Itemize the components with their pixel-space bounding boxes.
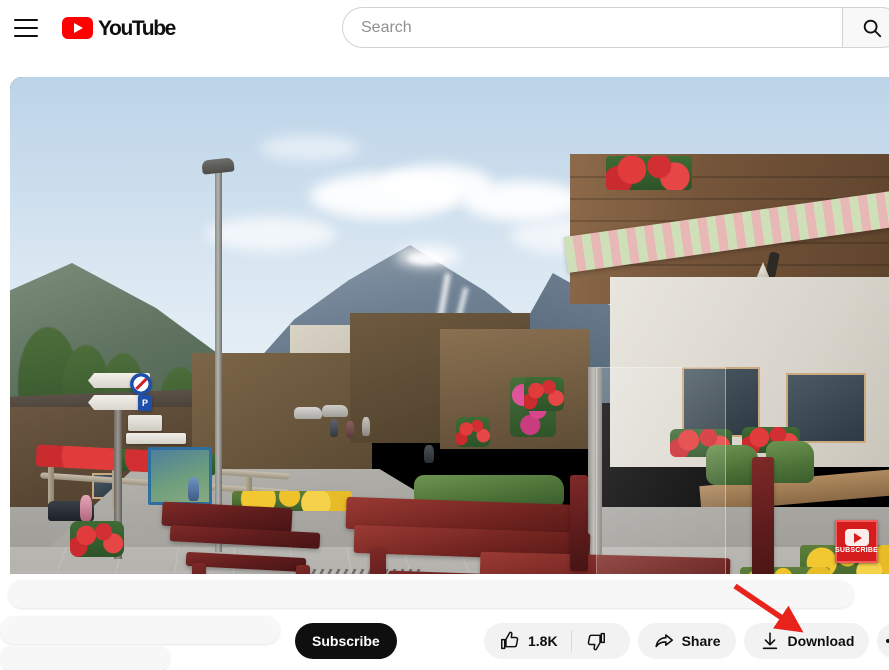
cloud: [260, 135, 360, 161]
pedestrian: [346, 421, 354, 438]
share-arrow-icon: [655, 634, 673, 648]
channel-subtitle-placeholder: [0, 645, 170, 670]
cloud: [206, 217, 336, 251]
more-actions-button[interactable]: [877, 623, 889, 659]
channel-info-placeholder: [0, 616, 280, 644]
download-button[interactable]: Download: [743, 623, 870, 659]
cloud-on-peak: [396, 245, 460, 267]
bench-leg: [370, 547, 386, 574]
thumbs-down-icon: [587, 632, 605, 651]
flower-box-balcony: [606, 156, 692, 190]
youtube-logo[interactable]: YouTube: [62, 16, 176, 40]
flower-box: [456, 417, 490, 447]
no-parking-sign-icon: [130, 373, 152, 395]
youtube-wordmark: YouTube: [98, 16, 176, 40]
youtube-watch-page: YouTube Search P SUBSCRIBE Subscribe 1.8…: [0, 0, 889, 670]
subscribe-watermark[interactable]: SUBSCRIBE: [835, 520, 878, 563]
guide-menu-button[interactable]: [6, 8, 46, 48]
search-submit-button[interactable]: [842, 7, 889, 48]
video-frame: P SUBSCRIBE: [10, 77, 889, 574]
pedestrian: [80, 495, 92, 521]
subscribe-watermark-label: SUBSCRIBE: [834, 547, 879, 554]
share-button[interactable]: Share: [637, 623, 736, 659]
video-title-placeholder: [8, 580, 854, 608]
search-icon: [863, 19, 882, 37]
search-box[interactable]: [342, 7, 842, 48]
info-sign: [128, 415, 162, 431]
search-bar: [342, 7, 889, 48]
video-player[interactable]: P SUBSCRIBE: [10, 77, 889, 574]
parking-sign-icon: P: [138, 395, 152, 411]
youtube-play-logo-icon: [62, 17, 93, 39]
video-actions-bar: 1.8K Share Download: [484, 623, 889, 659]
subscribe-button-label: Subscribe: [312, 633, 380, 649]
search-input[interactable]: [361, 18, 842, 37]
flower-box: [524, 377, 564, 411]
thumbs-up-icon: [501, 631, 519, 650]
street-name-sign: [126, 433, 186, 444]
parked-car: [294, 407, 322, 419]
download-arrow-icon: [762, 632, 777, 650]
lamppost: [215, 172, 222, 552]
like-count: 1.8K: [528, 633, 558, 649]
masthead-header: YouTube: [0, 0, 889, 56]
bench-leg: [192, 563, 206, 574]
pedestrian: [330, 419, 338, 437]
parked-car: [322, 405, 348, 417]
pedestrian: [362, 417, 370, 436]
glass-windbreak: [596, 367, 726, 574]
subscribe-button[interactable]: Subscribe: [295, 623, 397, 659]
terrace-post: [570, 475, 588, 571]
pedestrian: [188, 477, 199, 501]
youtube-play-icon: [844, 529, 869, 546]
download-button-label: Download: [787, 633, 855, 649]
terrace-post: [752, 457, 774, 574]
hamburger-menu-icon: [14, 19, 38, 37]
cloud: [462, 181, 582, 221]
bench-leg: [296, 565, 310, 574]
share-button-label: Share: [681, 633, 721, 649]
flower-bed: [70, 521, 124, 557]
village-info-board: [148, 447, 212, 505]
like-button[interactable]: 1.8K: [484, 623, 571, 659]
dislike-button[interactable]: [572, 623, 630, 659]
pedestrian: [424, 445, 434, 463]
like-dislike-group: 1.8K: [484, 623, 630, 659]
